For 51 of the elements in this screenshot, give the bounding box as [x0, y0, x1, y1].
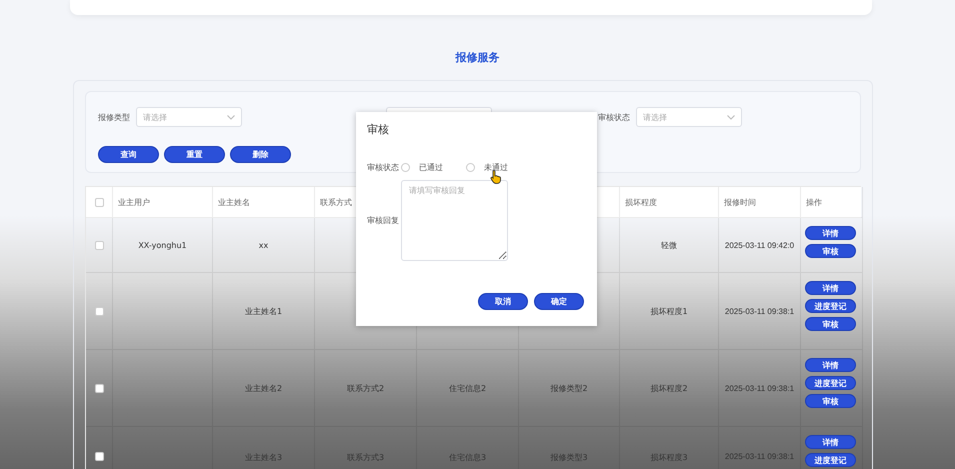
table-cell: XX-yonghu1	[113, 218, 213, 273]
field-label: 审核状态	[367, 162, 400, 172]
column-header: 报修时间	[719, 187, 801, 218]
filter-button[interactable]: 删除	[230, 146, 291, 163]
action-button[interactable]: 详情	[805, 435, 856, 449]
filter-label: 报修类型	[98, 112, 131, 122]
checkbox[interactable]	[94, 240, 104, 250]
action-button[interactable]: 进度登记	[805, 453, 856, 467]
table-cell: 轻微	[620, 218, 719, 273]
dialog-button[interactable]: 取消	[478, 293, 528, 310]
action-button[interactable]: 审核	[805, 394, 856, 408]
checkbox[interactable]	[94, 306, 104, 316]
field-label: 审核回复	[367, 215, 400, 226]
table-cell: 2025-03-11 09:42:0	[719, 218, 801, 273]
table-cell: 2025-03-11 09:38:1	[719, 273, 801, 350]
action-button[interactable]: 审核	[805, 244, 856, 258]
checkbox[interactable]	[94, 384, 104, 392]
action-button[interactable]: 详情	[805, 281, 856, 295]
filter-button[interactable]: 查询	[98, 146, 159, 163]
checkbox[interactable]	[94, 198, 104, 206]
table-cell: xx	[213, 218, 315, 273]
column-header: 损坏程度	[620, 187, 719, 218]
radio-option[interactable]: 已通过	[401, 162, 466, 172]
column-header: 业主用户	[113, 187, 213, 218]
table-cell: 住宅信息2	[417, 350, 519, 427]
action-button[interactable]: 进度登记	[805, 299, 856, 313]
action-button[interactable]: 详情	[805, 358, 856, 372]
table-cell: 损坏程度1	[620, 273, 719, 350]
table-cell: 业主姓名2	[213, 350, 315, 427]
filter-button[interactable]: 重置	[164, 146, 225, 163]
pointer-hand-icon	[490, 170, 502, 184]
table-cell: 业主姓名1	[213, 273, 315, 350]
chevron-down-icon	[227, 114, 235, 120]
table-cell: 2025-03-11 09:38:1	[719, 350, 801, 427]
table-cell: 报修类型2	[519, 350, 620, 427]
column-header: 操作	[801, 187, 863, 218]
action-button[interactable]: 审核	[805, 317, 856, 331]
filter-label: 审核状态	[598, 112, 631, 122]
checkbox[interactable]	[94, 452, 104, 461]
table-cell: 损坏程度2	[620, 350, 719, 427]
action-button[interactable]: 详情	[805, 226, 856, 240]
radio-option[interactable]: 未通过	[466, 162, 531, 172]
column-header: 业主姓名	[213, 187, 315, 218]
dialog-button[interactable]: 确定	[534, 293, 584, 310]
chevron-down-icon	[727, 114, 735, 120]
dialog-title: 审核	[367, 122, 390, 138]
table-cell: 2025-03-11 09:38:1	[719, 427, 801, 469]
action-button[interactable]: 进度登记	[805, 376, 856, 390]
page-title: 报修服务	[454, 50, 500, 66]
reply-field[interactable]: 请填写审核回复	[401, 180, 508, 261]
table-cell: 联系方式2	[315, 350, 417, 427]
